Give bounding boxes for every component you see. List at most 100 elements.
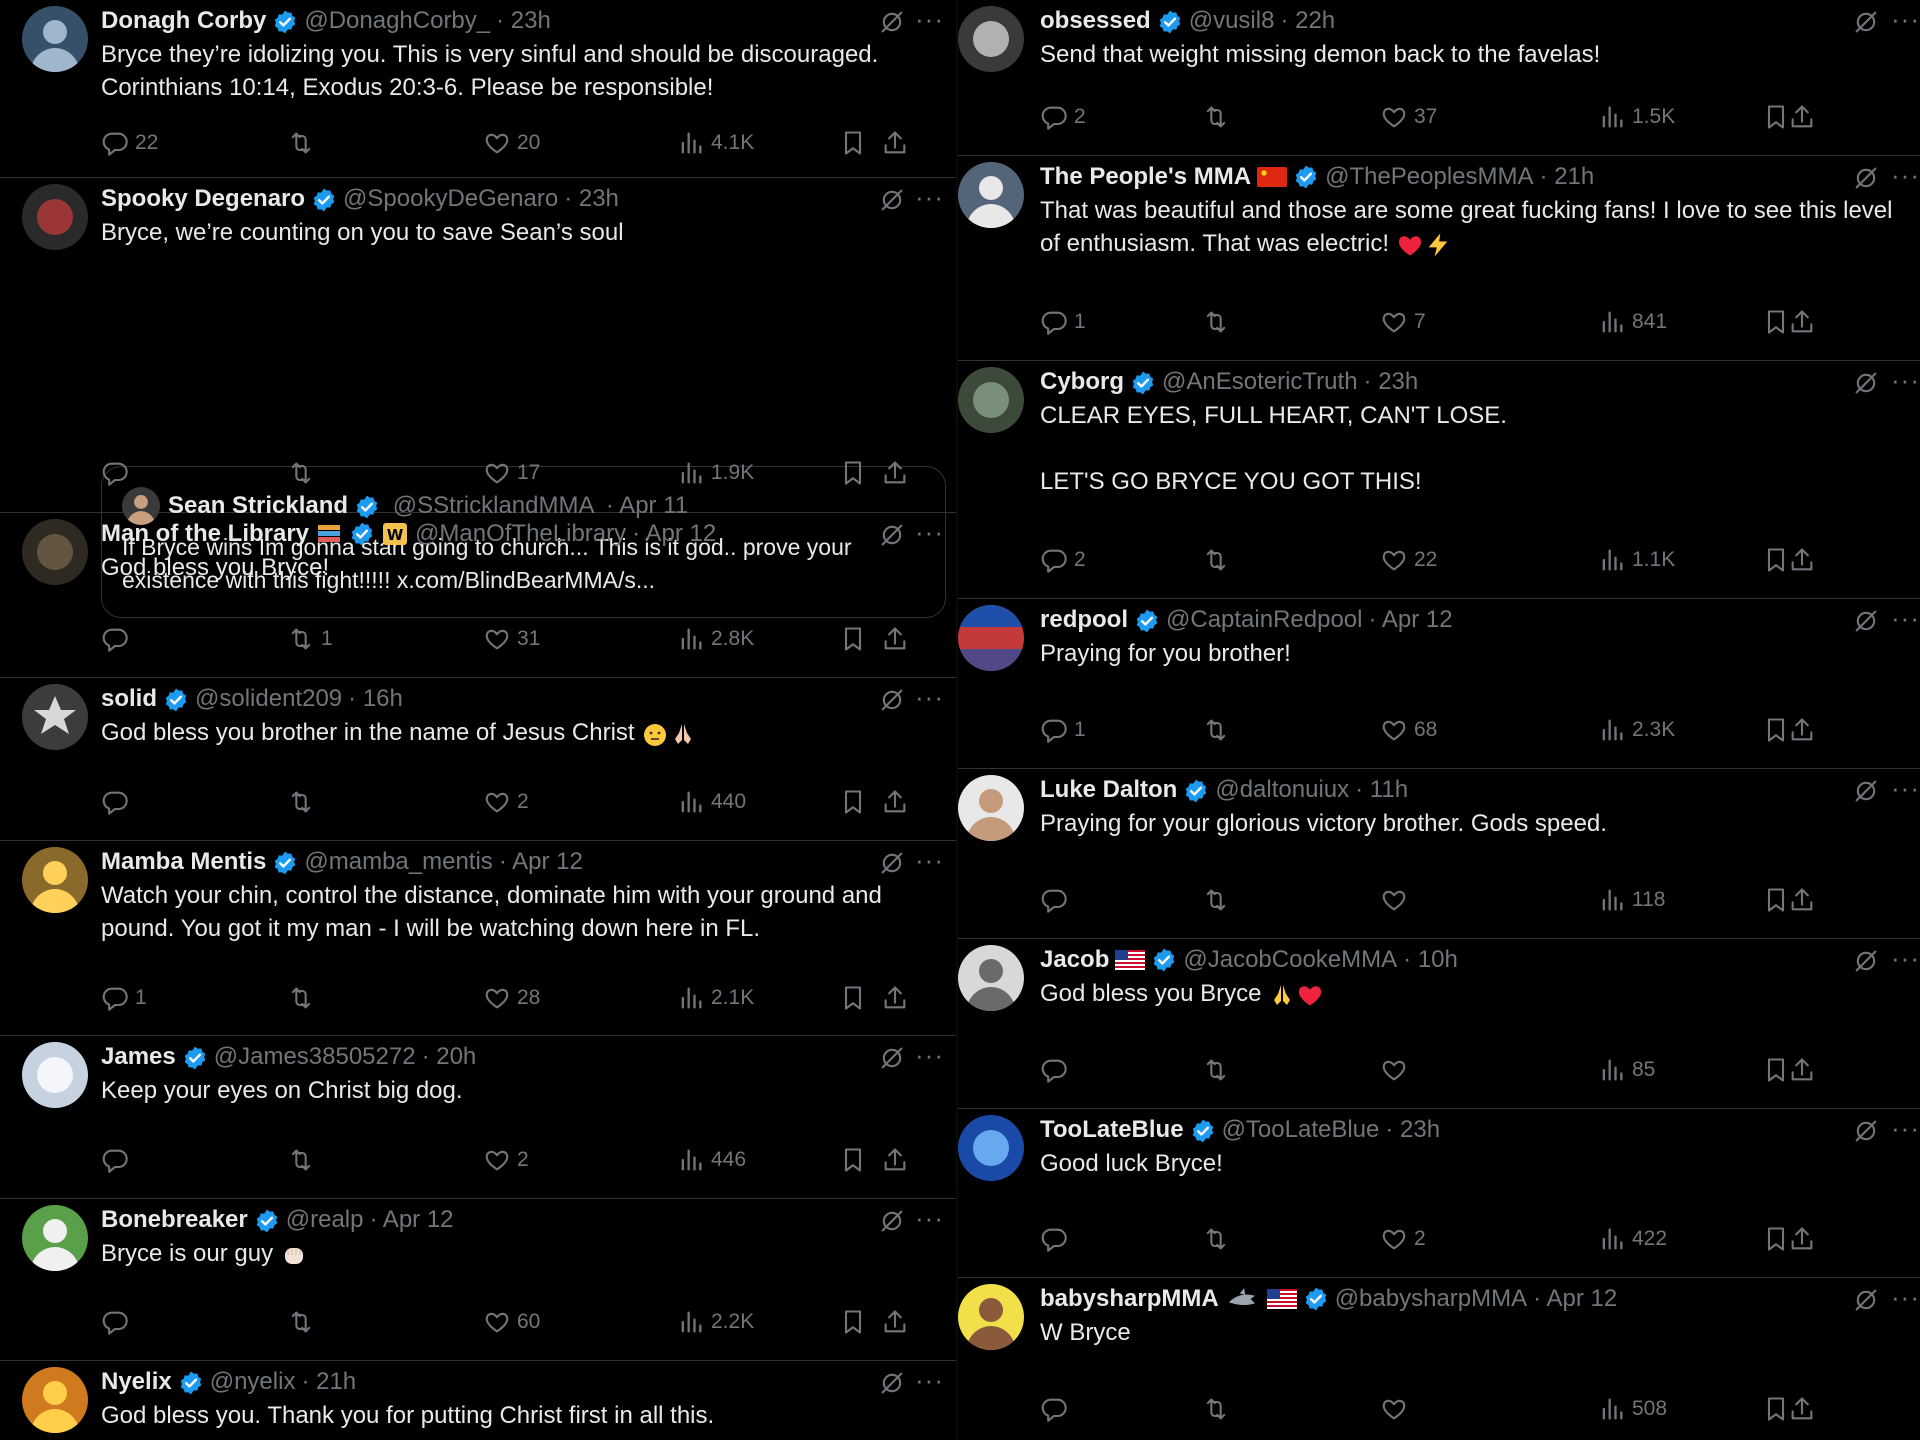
reply-tweet[interactable]: Cyborg @AnEsotericTruth · 23h ··· CLEAR EYE… — [958, 361, 1920, 599]
timestamp[interactable]: · 23h — [1364, 365, 1419, 399]
views-button[interactable]: 1.1K — [1598, 543, 1675, 577]
like-button[interactable]: 2 — [483, 785, 529, 819]
bookmark-button[interactable] — [839, 981, 867, 1015]
reply-tweet[interactable]: Man of the Library W @ManOfTheLibrary · Ap… — [0, 513, 958, 678]
avatar[interactable] — [958, 162, 1024, 228]
reply-tweet[interactable]: babysharpMMA @babysharpMMA · Apr 12 ··· W B… — [958, 1278, 1920, 1440]
retweet-button[interactable] — [1202, 883, 1236, 917]
views-button[interactable]: 422 — [1598, 1222, 1667, 1256]
share-button[interactable] — [1788, 713, 1816, 747]
reply-button[interactable]: 2 — [1040, 100, 1086, 134]
views-button[interactable]: 85 — [1598, 1053, 1655, 1087]
bookmark-button[interactable] — [1762, 713, 1790, 747]
share-button[interactable] — [881, 1143, 909, 1177]
display-name[interactable]: Donagh Corby — [101, 4, 266, 38]
reply-button[interactable]: 1 — [1040, 713, 1086, 747]
bookmark-button[interactable] — [839, 622, 867, 656]
handle[interactable]: @SpookyDeGenaro — [343, 182, 558, 216]
like-button[interactable]: 22 — [1380, 543, 1437, 577]
timestamp[interactable]: · 23h — [564, 182, 619, 216]
timestamp[interactable]: · 23h — [1385, 1113, 1440, 1147]
share-button[interactable] — [881, 1305, 909, 1339]
more-icon[interactable]: ··· — [915, 2, 944, 36]
like-button[interactable]: 7 — [1380, 305, 1426, 339]
handle[interactable]: @realp — [286, 1203, 364, 1237]
reply-button[interactable]: 1 — [101, 981, 147, 1015]
like-button[interactable]: 20 — [483, 126, 540, 160]
more-icon[interactable]: ··· — [1891, 601, 1920, 635]
display-name[interactable]: TooLateBlue — [1040, 1113, 1184, 1147]
share-button[interactable] — [1788, 883, 1816, 917]
share-button[interactable] — [1788, 100, 1816, 134]
timestamp[interactable]: · Apr 12 — [632, 517, 716, 551]
avatar[interactable] — [958, 1284, 1024, 1350]
reply-tweet[interactable]: Nyelix @nyelix · 21h ··· God bless you. Tha… — [0, 1361, 958, 1440]
like-button[interactable]: 17 — [483, 456, 540, 490]
bookmark-button[interactable] — [1762, 1392, 1790, 1426]
retweet-button[interactable] — [1202, 1392, 1236, 1426]
more-icon[interactable]: ··· — [1891, 771, 1920, 805]
retweet-button[interactable] — [287, 981, 321, 1015]
handle[interactable]: @ThePeoplesMMA — [1325, 160, 1533, 194]
reply-tweet[interactable]: Bonebreaker @realp · Apr 12 ··· Bryce is ou… — [0, 1199, 958, 1361]
display-name[interactable]: Mamba Mentis — [101, 845, 266, 879]
like-button[interactable]: 28 — [483, 981, 540, 1015]
reply-button[interactable] — [101, 785, 135, 819]
views-button[interactable]: 446 — [677, 1143, 746, 1177]
bookmark-button[interactable] — [1762, 1053, 1790, 1087]
display-name[interactable]: obsessed — [1040, 4, 1151, 38]
handle[interactable]: @AnEsotericTruth — [1162, 365, 1358, 399]
timestamp[interactable]: · 23h — [496, 4, 551, 38]
reply-tweet[interactable]: The People's MMA @ThePeoplesMMA · 21h ··· T… — [958, 156, 1920, 361]
avatar[interactable] — [22, 184, 88, 250]
display-name[interactable]: solid — [101, 682, 157, 716]
handle[interactable]: @DonaghCorby_ — [304, 4, 490, 38]
display-name[interactable]: Bonebreaker — [101, 1203, 248, 1237]
like-button[interactable]: 2 — [1380, 1222, 1426, 1256]
like-button[interactable]: 31 — [483, 622, 540, 656]
views-button[interactable]: 2.2K — [677, 1305, 754, 1339]
timestamp[interactable]: · 21h — [1540, 160, 1595, 194]
reply-tweet[interactable]: solid @solident209 · 16h ··· God bless you … — [0, 678, 958, 841]
handle[interactable]: @daltonuiux — [1215, 773, 1349, 807]
share-button[interactable] — [1788, 1222, 1816, 1256]
more-icon[interactable]: ··· — [1891, 2, 1920, 36]
like-button[interactable] — [1380, 883, 1414, 917]
reply-button[interactable] — [1040, 1053, 1074, 1087]
views-button[interactable]: 118 — [1598, 883, 1665, 917]
share-button[interactable] — [1788, 1392, 1816, 1426]
reply-button[interactable] — [101, 456, 135, 490]
reply-tweet[interactable]: redpool @CaptainRedpool · Apr 12 ··· Prayin… — [958, 599, 1920, 769]
retweet-button[interactable] — [287, 1143, 321, 1177]
share-button[interactable] — [881, 981, 909, 1015]
retweet-button[interactable] — [287, 456, 321, 490]
views-button[interactable]: 2.8K — [677, 622, 754, 656]
timestamp[interactable]: · Apr 12 — [369, 1203, 453, 1237]
timestamp[interactable]: · 20h — [422, 1040, 477, 1074]
reply-button[interactable] — [101, 622, 135, 656]
display-name[interactable]: The People's MMA — [1040, 160, 1251, 194]
views-button[interactable]: 2.3K — [1598, 713, 1675, 747]
views-button[interactable]: 2.1K — [677, 981, 754, 1015]
timestamp[interactable]: · Apr 12 — [1369, 603, 1453, 637]
more-icon[interactable]: ··· — [915, 680, 944, 714]
display-name[interactable]: Spooky Degenaro — [101, 182, 305, 216]
retweet-button[interactable]: 1 — [287, 622, 333, 656]
bookmark-button[interactable] — [839, 1305, 867, 1339]
retweet-button[interactable] — [287, 1305, 321, 1339]
more-icon[interactable]: ··· — [915, 180, 944, 214]
timestamp[interactable]: · 10h — [1403, 943, 1458, 977]
like-button[interactable]: 68 — [1380, 713, 1437, 747]
timestamp[interactable]: · 11h — [1355, 773, 1408, 807]
reply-button[interactable] — [101, 1143, 135, 1177]
avatar[interactable] — [958, 367, 1024, 433]
timestamp[interactable]: · 22h — [1280, 4, 1335, 38]
more-icon[interactable]: ··· — [915, 515, 944, 549]
avatar[interactable] — [958, 945, 1024, 1011]
like-button[interactable] — [1380, 1053, 1414, 1087]
handle[interactable]: @JacobCookeMMA — [1183, 943, 1397, 977]
retweet-button[interactable] — [287, 126, 321, 160]
bookmark-button[interactable] — [1762, 883, 1790, 917]
like-button[interactable]: 60 — [483, 1305, 540, 1339]
display-name[interactable]: Man of the Library — [101, 517, 309, 551]
